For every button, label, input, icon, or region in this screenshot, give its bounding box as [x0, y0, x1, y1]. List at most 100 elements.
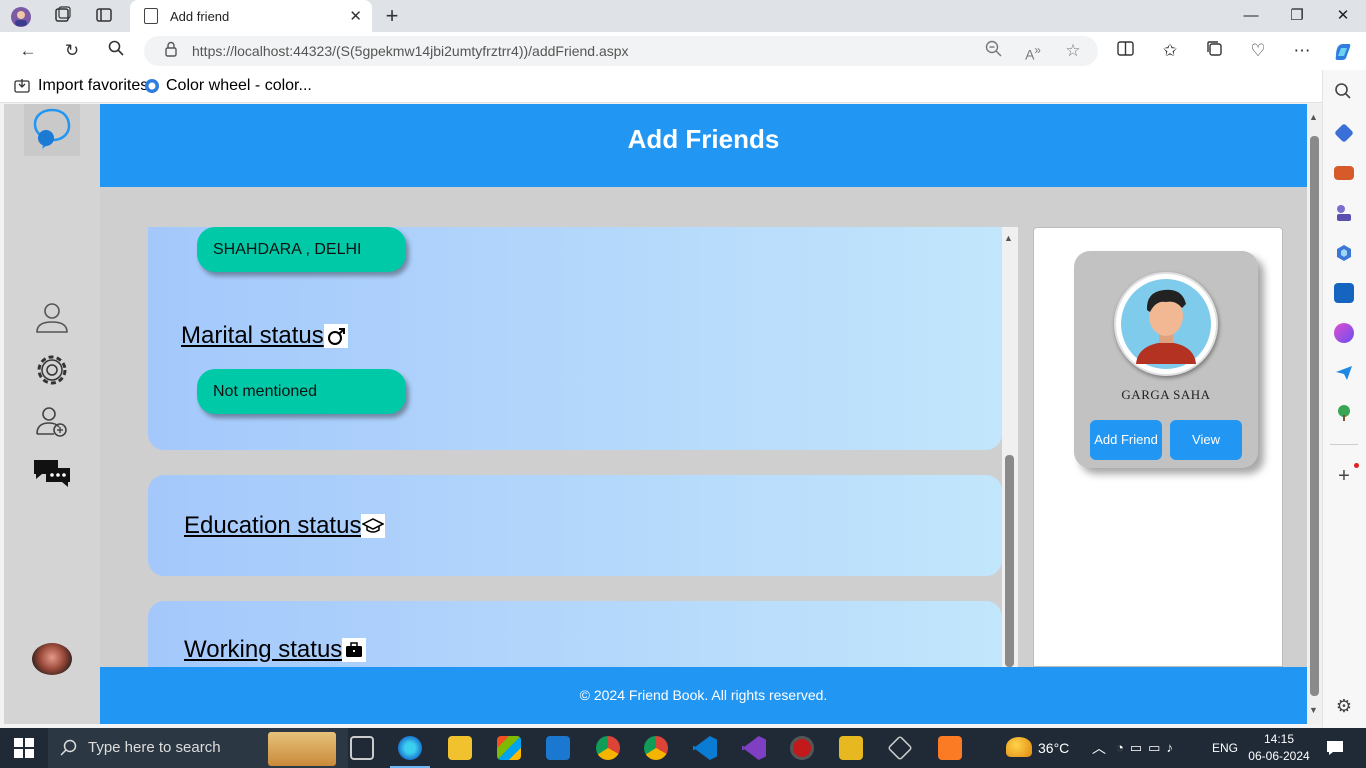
send-icon[interactable] — [1334, 363, 1354, 383]
favorites-icon[interactable]: ✩ — [1159, 40, 1181, 62]
lock-icon[interactable] — [160, 41, 182, 63]
workspaces-icon[interactable] — [52, 6, 72, 26]
marital-status-value: Not mentioned — [197, 369, 406, 414]
language-indicator[interactable]: ENG — [1212, 741, 1238, 755]
tree-icon[interactable] — [1334, 403, 1354, 423]
chrome-icon[interactable] — [644, 736, 668, 760]
camera-icon[interactable]: ▭ — [1130, 740, 1148, 755]
url-path: :44323/(S(5gpekmw14jbi2umtyfrztrr4))/add… — [289, 43, 629, 59]
profile-avatar — [1114, 272, 1218, 376]
mail-icon[interactable] — [546, 736, 570, 760]
clock-time: 14:15 — [1263, 732, 1295, 746]
profile-name: GARGA SAHA — [1121, 387, 1211, 402]
search-highlight-image — [268, 732, 336, 766]
add-friend-nav-icon[interactable] — [32, 402, 72, 442]
page-scroll-down-icon[interactable]: ▼ — [1309, 705, 1318, 715]
tab-actions-icon[interactable] — [94, 6, 114, 26]
view-button[interactable]: View — [1170, 420, 1242, 460]
microsoft-365-icon[interactable] — [1334, 243, 1354, 263]
browser-essentials-icon[interactable]: ♡ — [1247, 40, 1269, 62]
chat-nav-icon[interactable] — [32, 452, 72, 492]
tools-icon[interactable] — [1334, 166, 1354, 180]
page-title: Add Friends — [100, 104, 1307, 187]
address-bar[interactable]: https://localhost:44323/(S(5gpekmw14jbi2… — [144, 36, 1098, 66]
add-sidebar-icon[interactable]: + — [1334, 466, 1354, 486]
start-icon[interactable] — [14, 738, 34, 763]
education-card: Education status — [148, 475, 1002, 576]
tab-add-friend[interactable]: Add friend ✕ — [130, 0, 372, 32]
weather-temperature[interactable]: 36°C — [1038, 740, 1069, 756]
details-panel: SHAHDARA , DELHI Marital status Not ment… — [148, 227, 1018, 667]
outlook-icon[interactable] — [1334, 283, 1354, 303]
taskbar-search-icon — [60, 739, 78, 762]
close-window-icon[interactable]: ✕ — [1320, 0, 1366, 32]
app-logo[interactable] — [24, 104, 80, 156]
tray-status-icons[interactable]: ◔▭▭♪ — [1116, 740, 1179, 756]
recorder-icon[interactable] — [790, 736, 814, 760]
sidebar-search-icon[interactable] — [1334, 82, 1354, 102]
zoom-out-icon[interactable] — [982, 40, 1004, 62]
battery-icon[interactable]: ▭ — [1148, 740, 1166, 755]
paint-tool-icon[interactable] — [839, 736, 863, 760]
games-icon[interactable] — [1334, 203, 1354, 223]
education-status-label: Education status — [184, 512, 362, 539]
page-scrollbar-thumb[interactable] — [1310, 136, 1319, 696]
file-explorer-icon[interactable] — [448, 736, 472, 760]
network-icon[interactable]: ◔ — [1116, 740, 1130, 755]
settings-nav-icon[interactable] — [32, 350, 72, 390]
window-controls: — ❐ ✕ — [1228, 0, 1366, 32]
details-scrollbar-thumb[interactable] — [1005, 455, 1014, 667]
page-icon — [144, 8, 158, 24]
tray-expand-icon[interactable]: ︿ — [1092, 738, 1106, 758]
close-tab-icon[interactable]: ✕ — [349, 7, 362, 25]
chrome-profile-icon[interactable] — [596, 736, 620, 760]
read-aloud-icon[interactable]: A» — [1022, 40, 1044, 63]
details-scroll-up-icon[interactable]: ▲ — [1004, 233, 1013, 243]
education-status-heading: Education status — [184, 512, 386, 540]
page-footer: © 2024 Friend Book. All rights reserved. — [100, 667, 1307, 724]
working-card: Working status — [148, 601, 1002, 667]
clock[interactable]: 14:15 06-06-2024 — [1248, 732, 1310, 763]
xampp-icon[interactable] — [938, 736, 962, 760]
user-avatar[interactable] — [32, 643, 72, 675]
favorite-star-icon[interactable]: ☆ — [1062, 40, 1084, 62]
copilot-icon[interactable] — [1332, 40, 1354, 62]
color-wheel-label: Color wheel - color... — [166, 77, 312, 94]
minimize-icon[interactable]: — — [1228, 0, 1274, 32]
import-favorites-link[interactable]: Import favorites — [14, 77, 148, 95]
sidebar-divider — [1330, 444, 1358, 445]
tab-title: Add friend — [170, 8, 230, 24]
color-wheel-link[interactable]: Color wheel - color... — [144, 77, 312, 95]
more-icon[interactable]: ⋯ — [1291, 40, 1313, 62]
edge-taskbar-icon[interactable] — [398, 736, 422, 760]
add-friend-button[interactable]: Add Friend — [1090, 420, 1162, 460]
profile-nav-icon[interactable] — [32, 298, 72, 338]
male-symbol-icon — [323, 324, 348, 348]
collections-icon[interactable] — [1203, 40, 1225, 62]
weather-icon[interactable] — [1006, 737, 1032, 757]
profile-icon[interactable] — [10, 6, 31, 27]
restore-icon[interactable]: ❐ — [1274, 0, 1320, 32]
notifications-icon[interactable] — [1326, 739, 1344, 762]
page-scroll-up-icon[interactable]: ▲ — [1309, 112, 1318, 122]
new-tab-icon[interactable]: + — [382, 5, 402, 27]
designer-icon[interactable] — [1334, 323, 1354, 343]
notification-dot — [1354, 463, 1359, 468]
store-icon[interactable] — [497, 736, 521, 760]
search-icon[interactable] — [105, 40, 127, 62]
briefcase-icon — [342, 638, 367, 662]
marital-status-label: Marital status — [181, 322, 324, 349]
volume-icon[interactable]: ♪ — [1166, 740, 1179, 755]
import-favorites-label: Import favorites — [38, 77, 149, 94]
refresh-icon[interactable]: ↻ — [61, 40, 83, 62]
graduation-cap-icon — [361, 514, 386, 538]
back-icon[interactable]: ← — [17, 40, 39, 62]
split-screen-icon[interactable] — [1114, 40, 1136, 62]
sidebar-settings-icon[interactable]: ⚙ — [1334, 696, 1354, 716]
location-value: SHAHDARA , DELHI — [197, 227, 406, 272]
url-host: https://localhost — [192, 43, 290, 59]
task-view-icon[interactable] — [350, 736, 374, 760]
clock-date: 06-06-2024 — [1248, 749, 1310, 763]
working-status-heading: Working status — [184, 636, 367, 664]
marital-status-heading: Marital status — [181, 322, 348, 350]
